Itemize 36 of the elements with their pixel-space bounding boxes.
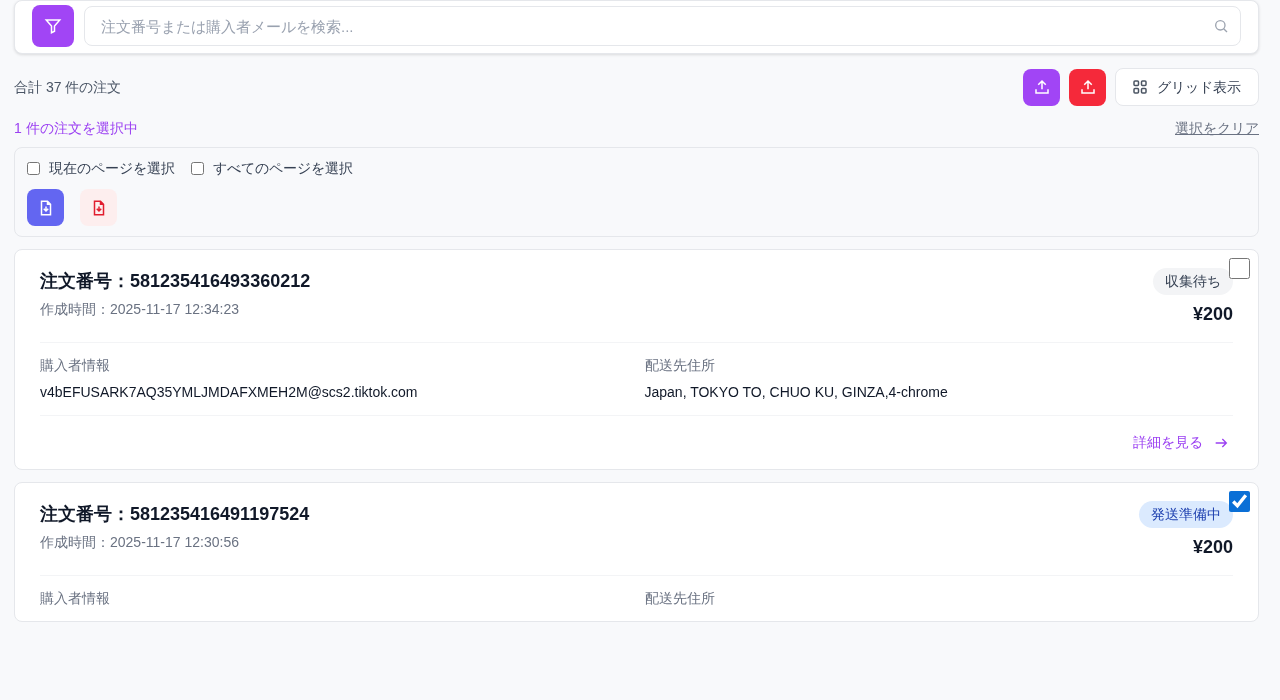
upload-button[interactable] [1069,68,1106,106]
order-checkbox[interactable] [1229,491,1250,512]
buyer-info: v4bEFUSARK7AQ35YMLJMDAFXMEH2M@scs2.tiktok.com [40,383,419,402]
created-time: 作成時間：2025-11-17 12:34:23 [40,300,240,319]
checkbox[interactable] [191,162,204,175]
shipping-address: Japan, TOKYO TO, CHUO KU, GINZA,4-chrome [644,383,949,402]
field-label: 購入者情報 [40,589,111,608]
checkbox[interactable] [27,162,40,175]
filter-icon [44,17,62,35]
field-label: 配送先住所 [644,356,716,375]
pdf-download-button[interactable] [27,189,64,226]
upload-icon [1032,78,1051,96]
clear-selection-link[interactable]: 選択をクリア [1175,118,1259,139]
order-amount: ¥200 [1192,303,1233,326]
order-number: 注文番号：581235416491197524 [40,503,310,526]
checkbox-label[interactable]: すべてのページを選択 [213,158,353,179]
order-number: 注文番号：581235416493360212 [40,270,311,293]
search-icon [1213,18,1229,34]
field-label: 配送先住所 [644,589,716,608]
search-field[interactable]: 注文番号または購入者メールを検索... [84,6,1241,46]
details-link[interactable]: 詳細を見る [1133,432,1229,453]
upload-icon [1078,78,1097,96]
grid-view-button[interactable]: グリッド表示 [1115,68,1259,106]
selection-count: 1 件の注文を選択中 [14,119,138,138]
pdf-download-button[interactable] [80,189,117,226]
status-badge: 収集待ち [1153,268,1233,295]
status-badge: 発送準備中 [1139,501,1233,528]
order-count: 合計 37 件の注文 [14,77,122,97]
upload-button[interactable] [1023,68,1060,106]
grid-icon [1133,80,1147,94]
checkbox-label[interactable]: 現在のページを選択 [49,158,175,179]
order-checkbox[interactable] [1229,258,1250,279]
filter-button[interactable] [32,5,74,47]
order-amount: ¥200 [1192,536,1233,559]
field-label: 購入者情報 [40,356,111,375]
created-time: 作成時間：2025-11-17 12:30:56 [40,533,240,552]
